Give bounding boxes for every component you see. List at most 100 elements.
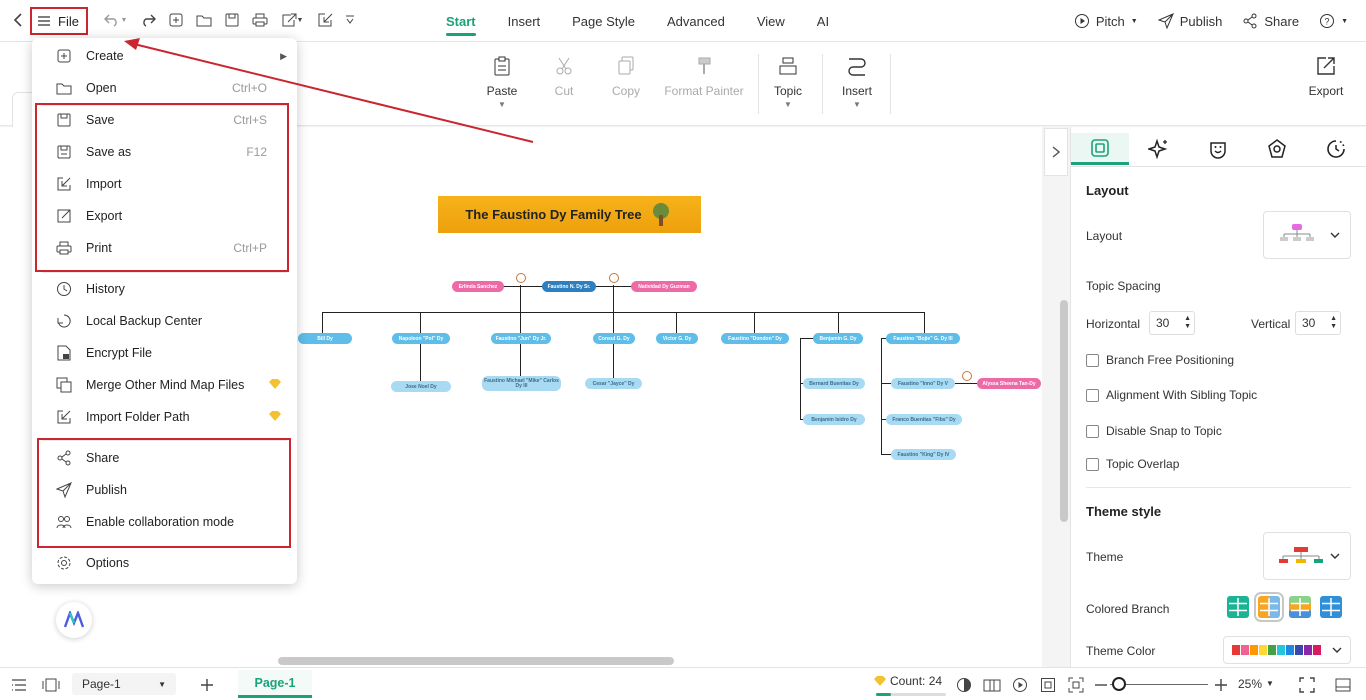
open-folder-icon[interactable]	[194, 10, 214, 30]
tab-page-style[interactable]: Page Style	[556, 0, 651, 42]
book-view-icon[interactable]	[983, 676, 1001, 694]
help-button[interactable]: ? ▼	[1319, 13, 1348, 29]
child-topic[interactable]: Benjamin G. Dy	[813, 333, 863, 344]
format-painter-button[interactable]: Format Painter	[658, 56, 750, 98]
checkbox-disable-snap[interactable]: Disable Snap to Topic	[1086, 424, 1222, 438]
fit-page-icon[interactable]	[1039, 676, 1057, 694]
checkbox-box[interactable]	[1086, 353, 1099, 367]
new-file-icon[interactable]	[166, 10, 186, 30]
topic-button[interactable]: Topic ▼	[748, 56, 828, 109]
tab-timer[interactable]	[1307, 133, 1365, 165]
tab-start[interactable]: Start	[430, 0, 492, 42]
menu-item-options[interactable]: Options	[32, 547, 297, 579]
outline-view-icon[interactable]	[10, 676, 28, 694]
fullscreen-icon[interactable]	[1298, 676, 1316, 694]
grandchild-topic[interactable]: Bernard Buenitas Dy	[803, 378, 865, 389]
child-topic[interactable]: Faustino "Bojie" G. Dy III	[886, 333, 960, 344]
colored-branch-option-1[interactable]	[1227, 596, 1249, 618]
export-ribbon-button[interactable]: Export	[1286, 56, 1366, 98]
zoom-in-icon[interactable]	[1212, 676, 1230, 694]
more-options-icon[interactable]	[340, 10, 360, 30]
menu-item-create[interactable]: Create ▶	[32, 40, 297, 72]
menu-item-open[interactable]: Open Ctrl+O	[32, 72, 297, 104]
spouse-topic[interactable]: Alyssa Sheena Tan-Dy	[977, 378, 1041, 389]
checkbox-box[interactable]	[1086, 388, 1099, 402]
tab-icons[interactable]	[1189, 133, 1247, 165]
page-selector[interactable]: Page-1 ▼	[72, 673, 176, 695]
copy-button[interactable]: Copy	[586, 56, 666, 98]
grandchild-topic[interactable]: Franco Buenitas "Fibs" Dy	[886, 414, 962, 425]
checkbox-box[interactable]	[1086, 457, 1099, 471]
theme-mode-icon[interactable]	[955, 676, 973, 694]
spouse-topic[interactable]: Natividad Dy Guzman	[631, 281, 697, 292]
menu-item-history[interactable]: History	[32, 273, 297, 305]
tab-ai[interactable]: AI	[801, 0, 845, 42]
print-icon[interactable]	[250, 10, 270, 30]
import-icon[interactable]	[316, 10, 336, 30]
checkbox-alignment-with-sibling[interactable]: Alignment With Sibling Topic	[1086, 388, 1257, 402]
colored-branch-option-3[interactable]	[1289, 596, 1311, 618]
tab-view[interactable]: View	[741, 0, 801, 42]
child-topic[interactable]: Faustino "Dondon" Dy	[721, 333, 789, 344]
zoom-slider-knob[interactable]	[1112, 677, 1126, 691]
slides-view-icon[interactable]	[42, 676, 60, 694]
grandchild-topic[interactable]: Faustino Michael "Mike" Carlos Dy III	[482, 376, 561, 391]
fit-screen-icon[interactable]	[1067, 676, 1085, 694]
vertical-spacing-input[interactable]: 30 ▲ ▼	[1295, 311, 1341, 335]
tab-ai-magic[interactable]	[1130, 133, 1188, 165]
grandchild-topic[interactable]: Benjamin Isidro Dy	[803, 414, 865, 425]
theme-color-dropdown[interactable]	[1223, 636, 1351, 664]
insert-button[interactable]: Insert ▼	[817, 56, 897, 109]
zoom-level-dropdown[interactable]: 25% ▼	[1238, 677, 1274, 691]
share-button[interactable]: Share	[1242, 13, 1299, 29]
tab-theme[interactable]	[1248, 133, 1306, 165]
export-dropdown-icon[interactable]: ▼	[296, 10, 304, 30]
root-topic[interactable]: Faustino N. Dy Sr.	[542, 281, 596, 292]
colored-branch-option-2[interactable]	[1254, 592, 1284, 622]
file-menu-button[interactable]: File	[30, 7, 88, 35]
save-icon[interactable]	[222, 10, 242, 30]
checkbox-box[interactable]	[1086, 424, 1099, 438]
play-circle-icon[interactable]	[1011, 676, 1029, 694]
back-icon[interactable]	[8, 10, 28, 30]
grandchild-topic[interactable]: Jose Noel Dy	[391, 381, 451, 392]
stepper-icon[interactable]: ▲ ▼	[1330, 315, 1337, 331]
page-tab[interactable]: Page-1	[238, 670, 312, 698]
undo-dropdown-icon[interactable]: ▼	[120, 10, 128, 30]
tab-insert[interactable]: Insert	[492, 0, 557, 42]
redo-icon[interactable]	[138, 10, 158, 30]
publish-button[interactable]: Publish	[1157, 13, 1222, 29]
grandchild-topic[interactable]: Faustino "King" Dy IV	[891, 449, 956, 460]
panel-collapse-button[interactable]	[1044, 128, 1068, 176]
spouse-topic[interactable]: Erlinda Sanchez	[452, 281, 504, 292]
grandchild-topic[interactable]: Cesar "Jayce" Dy	[585, 378, 642, 389]
theme-dropdown[interactable]	[1263, 532, 1351, 580]
undo-icon[interactable]	[102, 10, 122, 30]
horizontal-scrollbar[interactable]	[278, 657, 674, 665]
colored-branch-option-4[interactable]	[1320, 596, 1342, 618]
tab-style[interactable]	[1071, 133, 1129, 165]
child-topic[interactable]: Victor G. Dy	[656, 333, 698, 344]
grandchild-topic[interactable]: Faustino "Inno" Dy V	[891, 378, 955, 389]
pitch-button[interactable]: Pitch ▼	[1074, 13, 1138, 29]
child-topic[interactable]: Napoleon "Pol" Dy	[392, 333, 450, 344]
horizontal-spacing-input[interactable]: 30 ▲ ▼	[1149, 311, 1195, 335]
ai-assistant-button[interactable]	[56, 602, 92, 638]
menu-item-encrypt-file[interactable]: Encrypt File	[32, 337, 297, 369]
add-page-icon[interactable]	[198, 676, 216, 694]
child-topic[interactable]: Bill Dy	[298, 333, 352, 344]
menu-item-import-folder-path[interactable]: Import Folder Path	[32, 401, 297, 433]
vertical-scrollbar[interactable]	[1060, 300, 1068, 522]
checkbox-branch-free-positioning[interactable]: Branch Free Positioning	[1086, 353, 1234, 367]
layout-dropdown[interactable]	[1263, 211, 1351, 259]
menu-item-merge[interactable]: Merge Other Mind Map Files	[32, 369, 297, 401]
checkbox-topic-overlap[interactable]: Topic Overlap	[1086, 457, 1179, 471]
menu-item-local-backup[interactable]: Local Backup Center	[32, 305, 297, 337]
zoom-out-icon[interactable]	[1092, 676, 1110, 694]
stepper-icon[interactable]: ▲ ▼	[1184, 315, 1191, 331]
child-topic[interactable]: Consul G. Dy	[593, 333, 635, 344]
map-title-topic[interactable]: The Faustino Dy Family Tree	[438, 196, 701, 233]
child-topic[interactable]: Faustino "Jun" Dy Jr.	[491, 333, 551, 344]
collapse-panel-icon[interactable]	[1334, 676, 1352, 694]
tab-advanced[interactable]: Advanced	[651, 0, 741, 42]
